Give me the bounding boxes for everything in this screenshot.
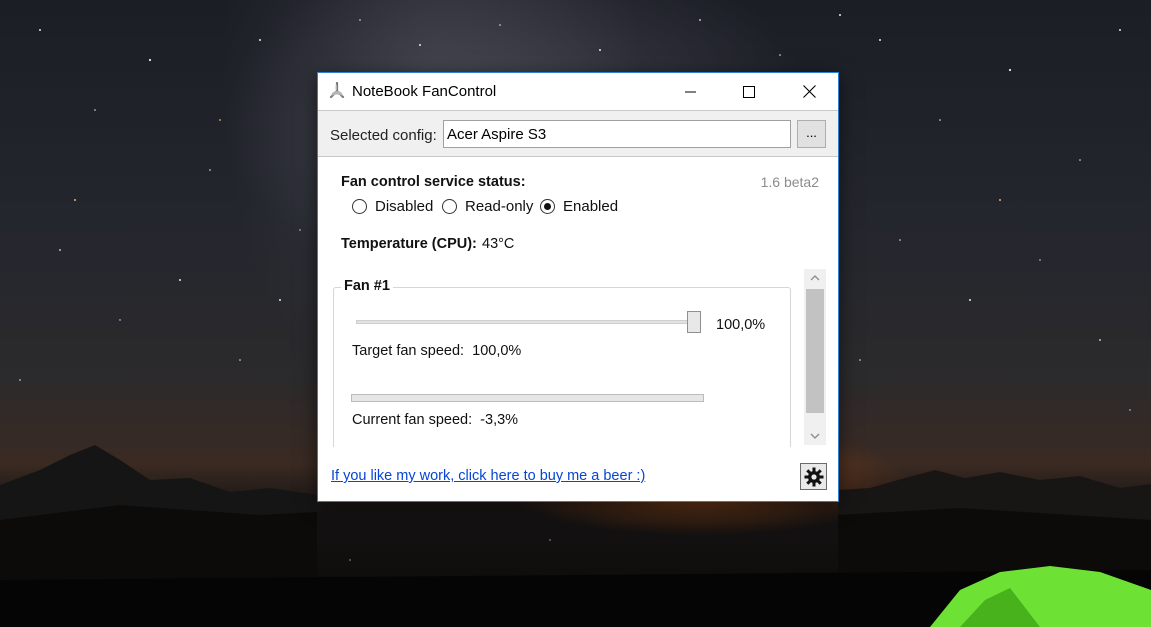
current-fan-speed-value: -3,3%: [480, 412, 519, 428]
vertical-scrollbar[interactable]: [804, 269, 826, 445]
scroll-thumb[interactable]: [806, 289, 824, 413]
radio-read-only[interactable]: Read-only: [442, 198, 533, 215]
radio-disabled[interactable]: Disabled: [352, 198, 433, 215]
radio-label: Read-only: [465, 198, 534, 215]
app-window: NoteBook FanControl Selected config: Ace…: [317, 72, 839, 502]
chevron-down-icon: [810, 433, 820, 439]
current-fan-speed-label: Current fan speed:: [352, 412, 473, 428]
fan-group-title: Fan #1: [341, 278, 393, 294]
settings-button[interactable]: [800, 463, 827, 490]
radio-circle: [442, 199, 457, 214]
radio-enabled[interactable]: Enabled: [540, 198, 618, 215]
temperature-value: 43°C: [482, 236, 515, 252]
maximize-icon: [743, 85, 755, 98]
fan-icon: [328, 81, 346, 100]
slider-value: 100,0%: [716, 317, 766, 333]
browse-config-button[interactable]: ...: [797, 120, 826, 148]
maximize-button[interactable]: [720, 73, 778, 110]
target-fan-speed: Target fan speed: 100,0%: [352, 343, 521, 359]
radio-circle: [352, 199, 367, 214]
service-status-heading: Fan control service status:: [341, 174, 526, 190]
scroll-up-button[interactable]: [804, 269, 826, 287]
radio-circle-selected: [540, 199, 555, 214]
current-fan-speed: Current fan speed: -3,3%: [352, 412, 518, 428]
close-icon: [802, 85, 816, 98]
target-fan-speed-label: Target fan speed:: [352, 343, 465, 359]
minimize-button[interactable]: [662, 73, 720, 110]
target-fan-speed-value: 100,0%: [472, 343, 522, 359]
temperature-label: Temperature (CPU):: [341, 236, 477, 252]
config-field[interactable]: Acer Aspire S3: [443, 120, 791, 148]
radio-label: Enabled: [563, 198, 619, 215]
donate-link[interactable]: If you like my work, click here to buy m…: [331, 468, 645, 484]
scroll-down-button[interactable]: [804, 427, 826, 445]
config-bar: Selected config: Acer Aspire S3 ...: [318, 110, 838, 157]
chevron-up-icon: [810, 275, 820, 281]
fan-speed-slider-thumb[interactable]: [687, 311, 701, 333]
current-fan-speed-bar: [351, 394, 704, 402]
title-bar[interactable]: NoteBook FanControl: [318, 73, 838, 110]
gear-icon: [804, 467, 823, 486]
minimize-icon: [685, 91, 696, 92]
config-label: Selected config:: [330, 127, 437, 144]
window-title: NoteBook FanControl: [352, 83, 497, 100]
radio-label: Disabled: [375, 198, 434, 215]
fan-speed-slider-track[interactable]: [356, 320, 696, 324]
close-button[interactable]: [780, 73, 838, 110]
version-label: 1.6 beta2: [760, 174, 819, 190]
